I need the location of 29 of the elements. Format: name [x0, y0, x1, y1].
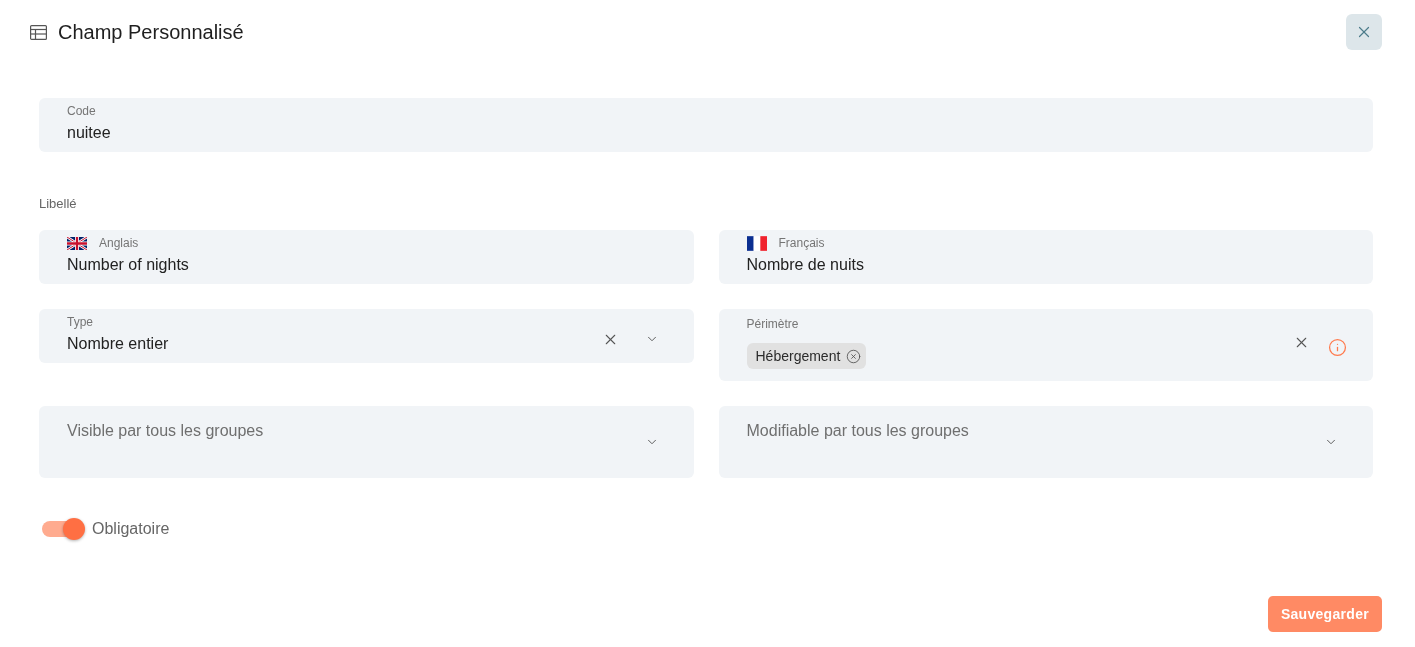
- text-input[interactable]: nuitee: [67, 123, 1338, 143]
- code-field[interactable]: Code nuitee: [39, 98, 1373, 152]
- dialog-title: Champ Personnalisé: [58, 20, 244, 44]
- perimeter-select[interactable]: Périmètre Hébergement: [718, 309, 1373, 381]
- info-icon[interactable]: [1328, 337, 1347, 357]
- translation-field[interactable]: Français Nombre de nuits: [718, 230, 1373, 284]
- field-label: Code: [67, 104, 96, 118]
- select-input[interactable]: Nombre entier: [67, 334, 576, 354]
- close-button[interactable]: [1346, 14, 1382, 50]
- toggle-label: Obligatoire: [92, 520, 170, 538]
- text-input[interactable]: Nombre de nuits: [746, 255, 1338, 275]
- france-flag-icon: [746, 235, 767, 251]
- remove-icon[interactable]: [846, 348, 862, 364]
- translation-field[interactable]: Anglais Number of nights: [39, 230, 694, 284]
- section-label: Libellé: [39, 196, 77, 212]
- obligatoire-toggle[interactable]: [42, 518, 86, 540]
- field-label: Anglais: [99, 236, 139, 250]
- group-select[interactable]: Modifiable par tous les groupes: [718, 406, 1373, 478]
- group-select[interactable]: Visible par tous les groupes: [39, 406, 694, 478]
- select-input[interactable]: Modifiable par tous les groupes: [746, 421, 1298, 441]
- field-label: Français: [778, 236, 825, 250]
- tag-chip[interactable]: Hébergement: [746, 343, 867, 369]
- uk-flag-icon: [67, 236, 87, 250]
- field-label: Type: [67, 315, 93, 329]
- table-icon: [30, 24, 47, 40]
- field-label: Périmètre: [746, 317, 799, 331]
- text-input[interactable]: Number of nights: [67, 255, 659, 275]
- type-select[interactable]: Type Nombre entier: [39, 309, 694, 363]
- select-input[interactable]: Visible par tous les groupes: [67, 421, 619, 441]
